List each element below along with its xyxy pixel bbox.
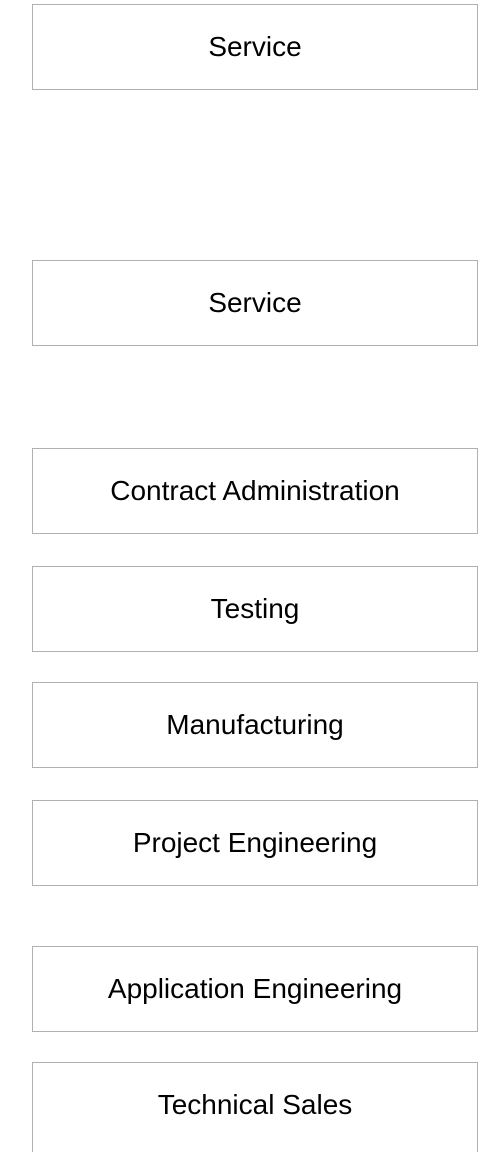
box-manufacturing: Manufacturing (32, 682, 478, 768)
box-technical-sales: Technical Sales (32, 1062, 478, 1152)
box-label: Contract Administration (110, 475, 400, 506)
box-label: Manufacturing (166, 709, 344, 740)
box-label: Application Engineering (107, 973, 403, 1004)
box-testing: Testing (32, 566, 478, 652)
box-project-engineering: Project Engineering (32, 800, 478, 886)
box-label: Project Engineering (132, 827, 378, 858)
box-label: Testing (210, 593, 300, 624)
box-service-top: Service (32, 4, 478, 90)
box-label: Technical Sales (157, 1088, 353, 1120)
box-contract-administration: Contract Administration (32, 448, 478, 534)
box-application-engineering: Application Engineering (32, 946, 478, 1032)
box-label: Service (208, 287, 302, 318)
box-label: Service (208, 31, 302, 62)
box-service: Service (32, 260, 478, 346)
